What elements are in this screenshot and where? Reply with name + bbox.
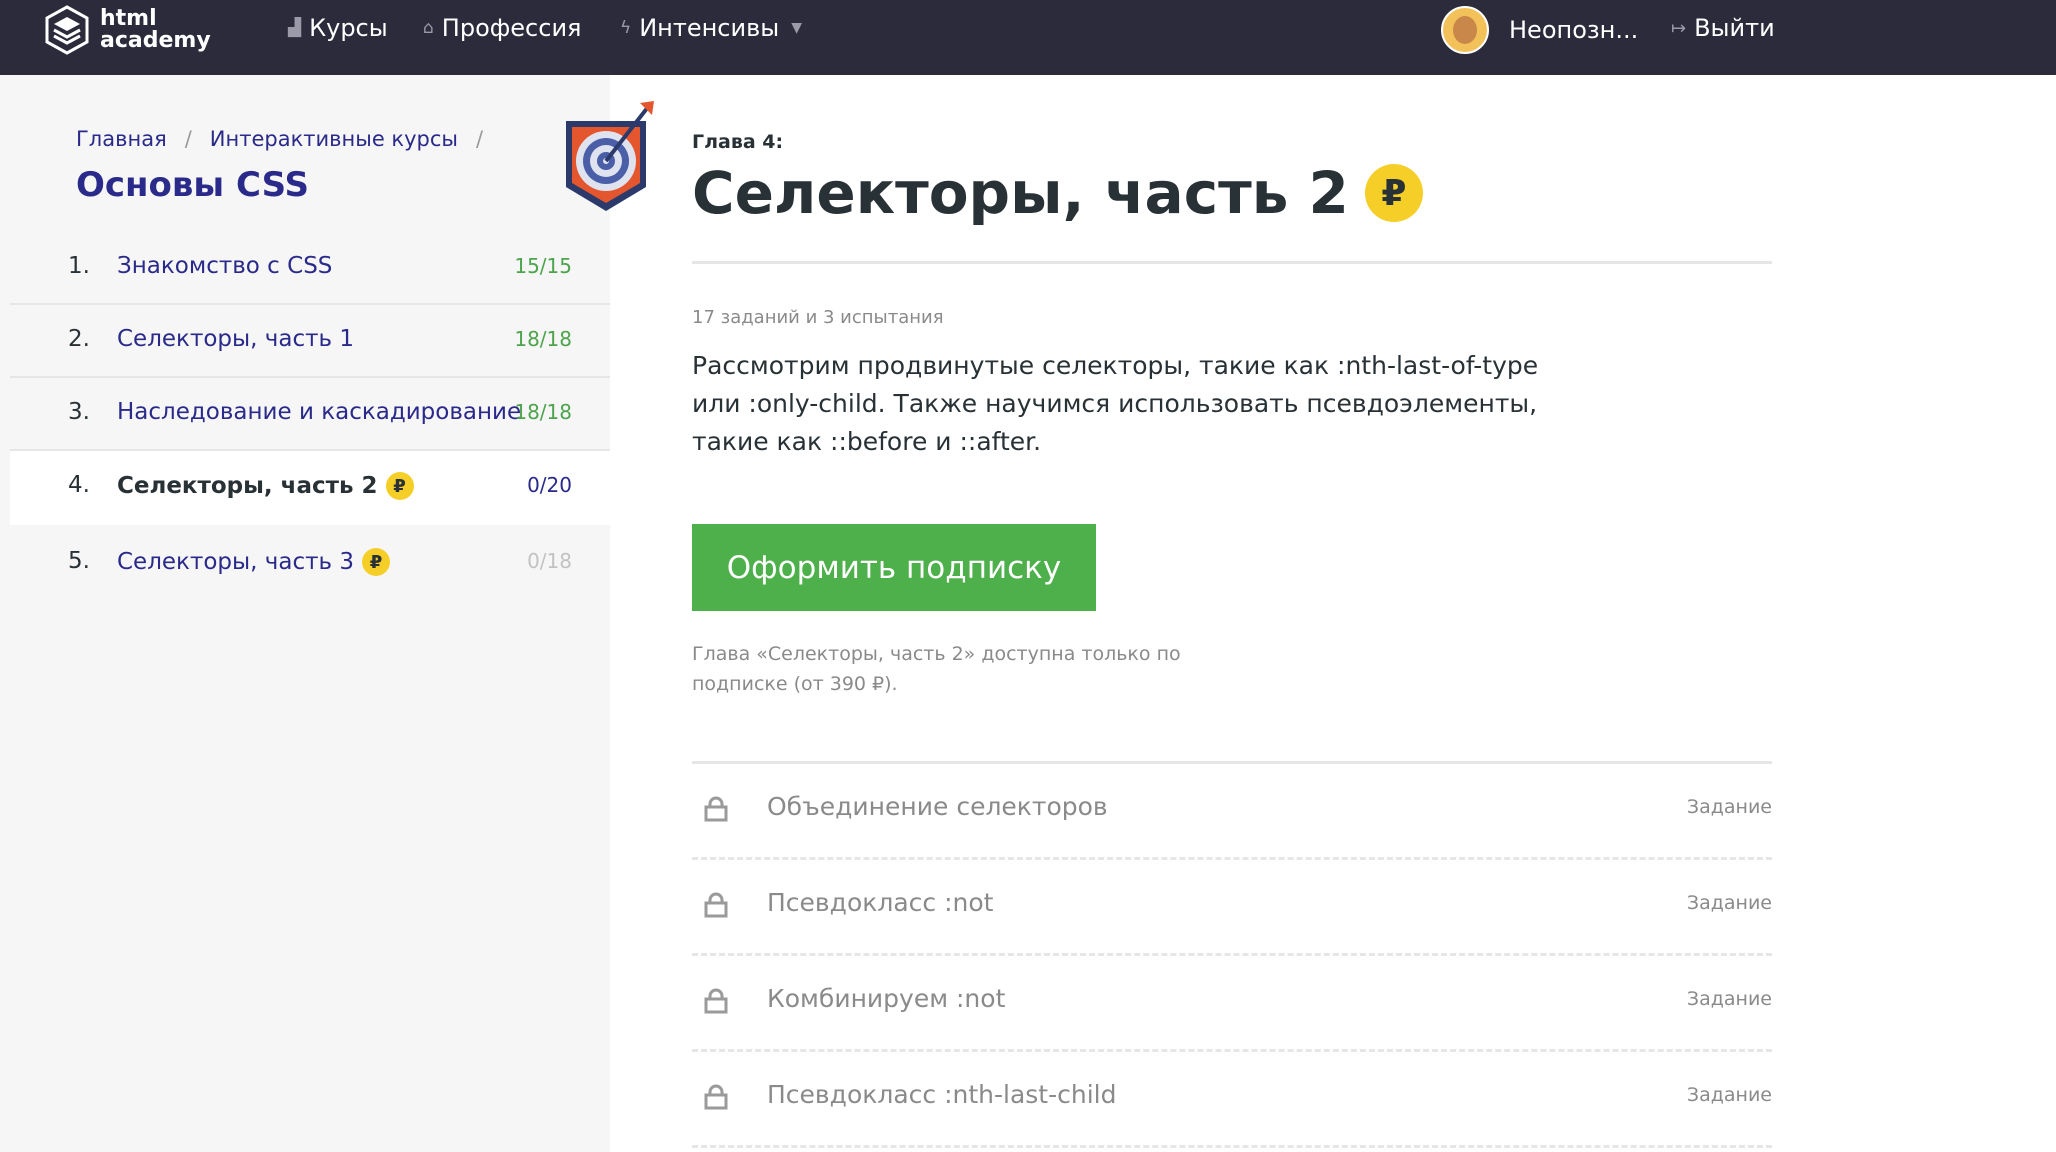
lock-icon — [704, 1084, 728, 1110]
chapter-progress: 18/18 — [514, 327, 572, 351]
nav-courses[interactable]: ▟ Курсы — [288, 14, 388, 42]
lock-icon — [704, 892, 728, 918]
chapter-item[interactable]: 1. Знакомство с CSS 15/15 — [10, 232, 610, 305]
chapter-number: 4. — [68, 472, 90, 498]
lock-icon — [704, 796, 728, 822]
chapter-number: 1. — [68, 253, 90, 279]
chapter-meta: 17 заданий и 3 испытания — [692, 307, 944, 328]
chapter-number: 3. — [68, 399, 90, 425]
lock-icon — [704, 988, 728, 1014]
task-name: Псевдокласс :nth-last-child — [767, 1080, 1117, 1109]
page-title: Селекторы, часть 2 ₽ — [692, 159, 1423, 227]
subscription-note: Глава «Селекторы, часть 2» доступна толь… — [692, 643, 1181, 695]
course-sidebar: Главная / Интерактивные курсы / Основы CSS … — [0, 75, 654, 1152]
chapter-list: 1. Знакомство с CSS 15/15 2. Селекторы, … — [10, 232, 610, 598]
page-title-text: Селекторы, часть 2 — [692, 159, 1349, 227]
logo-line-1: html — [100, 6, 157, 31]
subscribe-button[interactable]: Оформить подписку — [692, 524, 1096, 611]
chapter-name: Наследование и каскадирование — [117, 399, 521, 425]
task-type: Задание — [1686, 892, 1772, 914]
chapter-name-text: Селекторы, часть 3 — [117, 549, 355, 575]
chapter-item[interactable]: 2. Селекторы, часть 1 18/18 — [10, 305, 610, 378]
nav-intensives-label: Интенсивы — [639, 14, 780, 42]
ruble-coin-icon: ₽ — [385, 472, 414, 500]
chapter-item[interactable]: 3. Наследование и каскадирование 18/18 — [10, 378, 610, 451]
breadcrumb-courses[interactable]: Интерактивные курсы — [210, 127, 458, 151]
logo[interactable]: html academy — [44, 4, 211, 56]
bars-icon: ▟ — [288, 18, 302, 38]
task-item[interactable]: Псевдокласс :nth-last-child Задание — [692, 1052, 1772, 1148]
chapter-number: 5. — [68, 548, 90, 574]
task-item[interactable]: Псевдокласс :not Задание — [692, 860, 1772, 956]
nav-profession-label: Профессия — [441, 14, 582, 42]
breadcrumb-separator: / — [476, 127, 484, 151]
graduation-cap-icon: ⌂ — [423, 18, 434, 38]
breadcrumb-separator: / — [184, 127, 192, 151]
avatar — [1441, 6, 1489, 54]
ruble-coin-icon: ₽ — [362, 548, 391, 576]
task-item[interactable]: Объединение селекторов Задание — [692, 764, 1772, 860]
chapter-name: Селекторы, часть 1 — [117, 326, 354, 352]
lightning-icon: ϟ — [620, 18, 632, 38]
chapter-item-active[interactable]: 4. Селекторы, часть 2 ₽ 0/20 — [10, 451, 610, 527]
task-name: Псевдокласс :not — [767, 888, 994, 917]
logout-label: Выйти — [1694, 14, 1775, 42]
nav-profession[interactable]: ⌂ Профессия — [423, 14, 581, 42]
divider — [692, 261, 1772, 264]
task-type: Задание — [1686, 988, 1772, 1010]
logout-icon: ↦ — [1671, 17, 1687, 39]
chapter-name-text: Знакомство с CSS — [117, 253, 333, 279]
chapter-name: Знакомство с CSS — [117, 253, 332, 279]
ruble-coin-icon: ₽ — [1364, 164, 1423, 222]
logo-text: html academy — [100, 8, 211, 52]
breadcrumb-home[interactable]: Главная — [76, 127, 167, 151]
nav-courses-label: Курсы — [309, 14, 388, 42]
nav-intensives[interactable]: ϟ Интенсивы ▼ — [620, 14, 802, 42]
chapter-name: Селекторы, часть 2 ₽ — [117, 472, 414, 500]
chapter-name-text: Селекторы, часть 2 — [117, 473, 378, 499]
top-navbar: html academy ▟ Курсы ⌂ Профессия ϟ Интен… — [0, 0, 2056, 75]
chapter-progress: 0/20 — [527, 473, 572, 497]
task-name: Объединение селекторов — [767, 792, 1108, 821]
chapter-name-text: Селекторы, часть 1 — [117, 326, 355, 352]
chapter-progress: 18/18 — [514, 400, 572, 424]
task-list: Объединение селекторов Задание Псевдокла… — [692, 764, 1772, 1148]
chapter-progress: 15/15 — [514, 254, 572, 278]
target-badge-icon — [566, 101, 654, 211]
user-name: Неопозн... — [1509, 16, 1639, 44]
chapter-number: 2. — [68, 326, 90, 352]
chapter-name: Селекторы, часть 3 ₽ — [117, 548, 391, 576]
chevron-down-icon: ▼ — [791, 20, 802, 36]
chapter-name-text: Наследование и каскадирование — [117, 399, 522, 425]
logo-line-2: academy — [100, 28, 211, 53]
logo-icon — [45, 5, 89, 55]
task-type: Задание — [1686, 1084, 1772, 1106]
user-menu[interactable]: Неопозн... — [1441, 6, 1638, 54]
chapter-progress: 0/18 — [527, 549, 572, 573]
chapter-label: Глава 4: — [692, 131, 784, 153]
task-name: Комбинируем :not — [767, 984, 1006, 1013]
chapter-item[interactable]: 5. Селекторы, часть 3 ₽ 0/18 — [10, 527, 610, 598]
course-title: Основы CSS — [76, 165, 310, 205]
task-item[interactable]: Комбинируем :not Задание — [692, 956, 1772, 1052]
logout-link[interactable]: ↦ Выйти — [1671, 14, 1775, 42]
chapter-description: Рассмотрим продвинутые селекторы, такие … — [692, 351, 1539, 456]
breadcrumb: Главная / Интерактивные курсы / — [76, 127, 501, 151]
task-type: Задание — [1686, 796, 1772, 818]
